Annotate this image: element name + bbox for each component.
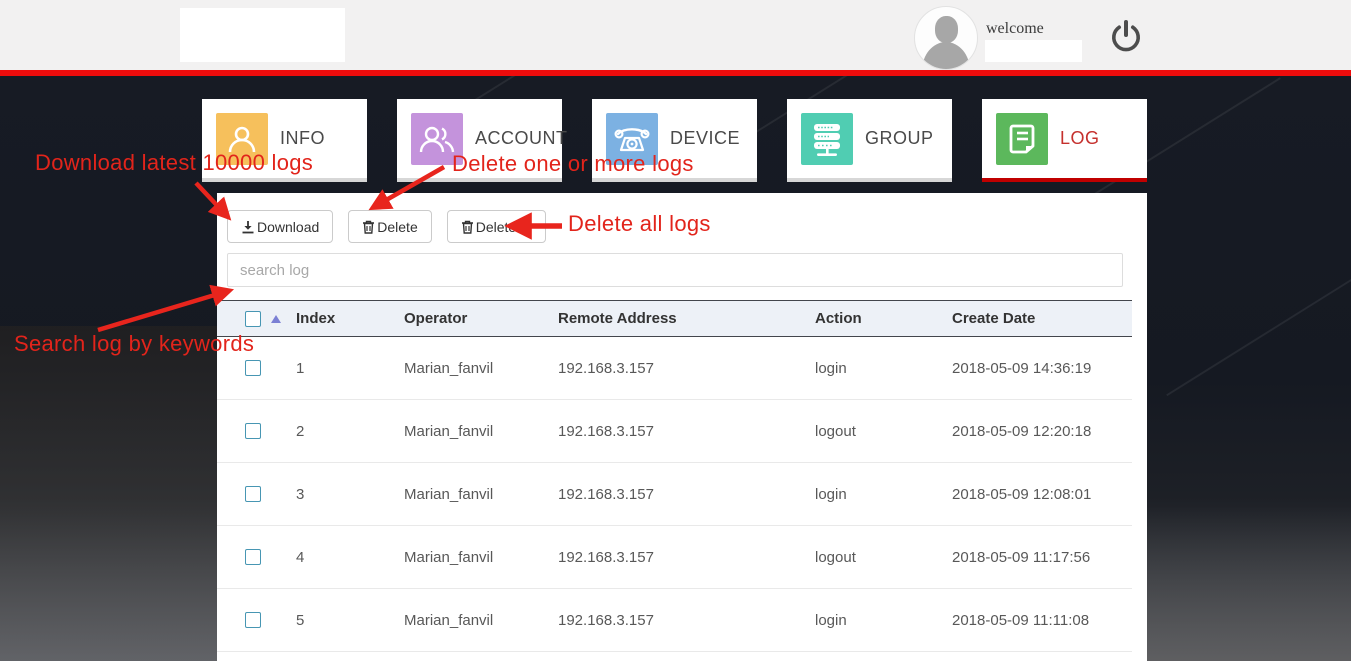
cell-index: 4 xyxy=(296,549,305,566)
cell-operator: Marian_fanvil xyxy=(404,423,494,440)
row-checkbox[interactable] xyxy=(245,423,261,439)
red-divider-line xyxy=(0,70,1351,76)
cell-operator: Marian_fanvil xyxy=(404,360,494,377)
logo-placeholder xyxy=(180,8,345,62)
tab-log[interactable]: LOG xyxy=(982,99,1147,182)
background-room-left xyxy=(0,326,222,661)
delete-all-button-label: DeleteAll xyxy=(475,218,532,235)
background-light-streak xyxy=(1166,277,1351,397)
log-content-panel: Download Delete DeleteAll Index Op xyxy=(217,193,1147,661)
tab-info-label: INFO xyxy=(280,128,325,148)
user-silhouette-icon xyxy=(935,16,958,43)
cell-operator: Marian_fanvil xyxy=(404,612,494,629)
column-header-create-date[interactable]: Create Date xyxy=(952,301,1035,336)
cell-action: login xyxy=(815,360,847,377)
tab-account-label: ACCOUNT xyxy=(475,128,568,148)
table-header-row: Index Operator Remote Address Action Cre… xyxy=(217,300,1132,337)
row-checkbox[interactable] xyxy=(245,360,261,376)
annotation-search: Search log by keywords xyxy=(14,331,255,356)
cell-index: 5 xyxy=(296,612,305,629)
cell-index: 2 xyxy=(296,423,305,440)
column-header-index[interactable]: Index xyxy=(296,301,335,336)
column-header-remote-address[interactable]: Remote Address xyxy=(558,301,677,336)
annotation-delete: Delete one or more logs xyxy=(452,151,694,176)
annotation-delete-all: Delete all logs xyxy=(568,211,711,236)
download-button-label: Download xyxy=(257,218,320,235)
tab-log-label: LOG xyxy=(1060,128,1100,148)
server-icon xyxy=(801,112,853,165)
cell-operator: Marian_fanvil xyxy=(404,486,494,503)
tab-device-label: DEVICE xyxy=(670,128,741,148)
avatar[interactable] xyxy=(914,6,978,70)
username-redacted xyxy=(985,40,1082,62)
cell-index: 1 xyxy=(296,360,305,377)
delete-button-label: Delete xyxy=(377,218,418,235)
row-checkbox[interactable] xyxy=(245,549,261,565)
tab-group[interactable]: GROUP xyxy=(787,99,952,182)
delete-all-button[interactable]: DeleteAll xyxy=(446,210,546,243)
cell-remote-address: 192.168.3.157 xyxy=(558,423,654,440)
power-icon xyxy=(1112,20,1140,52)
top-header-bar: welcome xyxy=(0,0,1351,70)
column-header-operator[interactable]: Operator xyxy=(404,301,467,336)
cell-create-date: 2018-05-09 14:36:19 xyxy=(952,360,1092,377)
cell-remote-address: 192.168.3.157 xyxy=(558,486,654,503)
background-floor-right xyxy=(1147,506,1351,661)
table-row: 2 Marian_fanvil 192.168.3.157 logout 201… xyxy=(217,400,1132,463)
annotation-download: Download latest 10000 logs xyxy=(35,150,314,175)
cell-action: logout xyxy=(815,549,856,566)
table-row: 4 Marian_fanvil 192.168.3.157 logout 201… xyxy=(217,526,1132,589)
search-input[interactable] xyxy=(227,253,1123,287)
row-checkbox[interactable] xyxy=(245,612,261,628)
logout-power-button[interactable] xyxy=(1108,18,1144,56)
cell-remote-address: 192.168.3.157 xyxy=(558,612,654,629)
delete-button[interactable]: Delete xyxy=(348,210,432,243)
sort-ascending-icon[interactable] xyxy=(271,315,281,323)
row-checkbox[interactable] xyxy=(245,486,261,502)
cell-operator: Marian_fanvil xyxy=(404,549,494,566)
cell-index: 3 xyxy=(296,486,305,503)
cell-action: login xyxy=(815,486,847,503)
cell-remote-address: 192.168.3.157 xyxy=(558,549,654,566)
table-row: 1 Marian_fanvil 192.168.3.157 login 2018… xyxy=(217,337,1132,400)
user-silhouette-icon xyxy=(922,42,970,69)
cell-create-date: 2018-05-09 11:17:56 xyxy=(952,549,1091,566)
cell-action: logout xyxy=(815,423,856,440)
download-icon xyxy=(242,220,254,233)
cell-create-date: 2018-05-09 12:20:18 xyxy=(952,423,1092,440)
trash-icon xyxy=(461,220,473,234)
welcome-label: welcome xyxy=(986,20,1044,37)
cell-action: login xyxy=(815,612,847,629)
cell-create-date: 2018-05-09 11:11:08 xyxy=(952,612,1090,629)
table-row: 5 Marian_fanvil 192.168.3.157 login 2018… xyxy=(217,589,1132,652)
trash-icon xyxy=(363,220,375,234)
log-toolbar: Download Delete DeleteAll xyxy=(227,210,546,243)
cell-remote-address: 192.168.3.157 xyxy=(558,360,654,377)
document-icon xyxy=(996,112,1048,165)
download-button[interactable]: Download xyxy=(227,210,334,243)
tab-group-label: GROUP xyxy=(865,128,934,148)
column-header-action[interactable]: Action xyxy=(815,301,862,336)
table-row: 3 Marian_fanvil 192.168.3.157 login 2018… xyxy=(217,463,1132,526)
cell-create-date: 2018-05-09 12:08:01 xyxy=(952,486,1092,503)
select-all-checkbox[interactable] xyxy=(245,311,261,327)
